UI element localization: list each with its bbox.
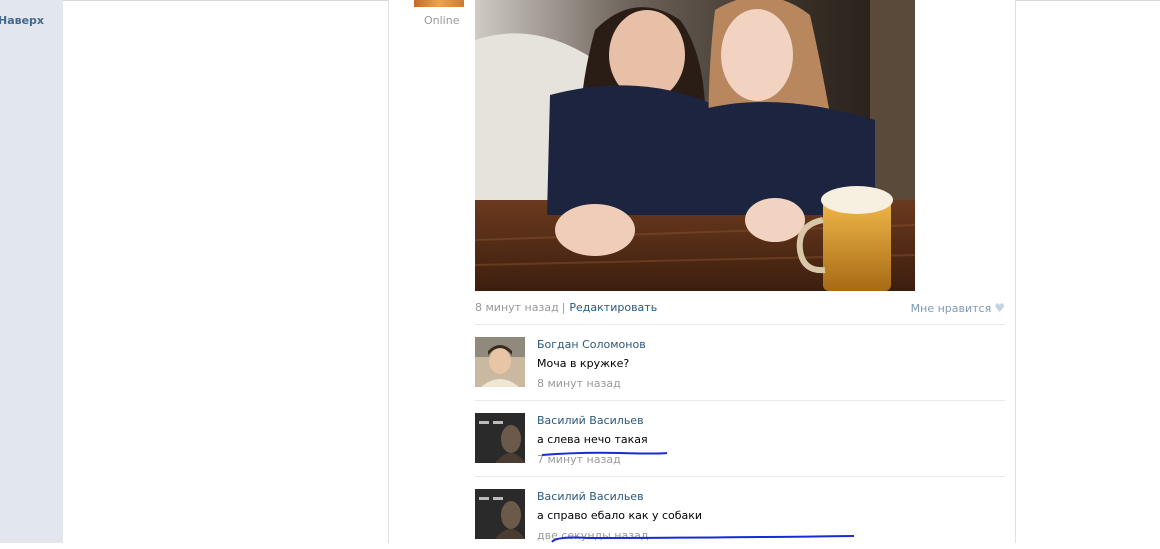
edit-link[interactable]: Редактировать	[569, 301, 657, 314]
comment-item: Богдан Соломонов Моча в кружке? 8 минут …	[475, 337, 1005, 397]
avatar-image	[475, 489, 525, 539]
left-rail: Наверх	[0, 0, 63, 543]
comment-text: а слева нечо такая	[537, 433, 648, 446]
divider	[475, 400, 1005, 401]
divider	[475, 476, 1005, 477]
post-time[interactable]: 8 минут назад	[475, 301, 559, 314]
heart-icon: ♥	[994, 301, 1005, 315]
comment-time[interactable]: две секунды назад	[537, 529, 648, 542]
post-photo[interactable]	[475, 0, 915, 291]
post-meta: 8 минут назад | Редактировать Мне нравится…	[475, 301, 1005, 315]
author-avatar[interactable]	[414, 0, 464, 7]
comment-time[interactable]: 7 минут назад	[537, 453, 621, 466]
comment-item: Василий Васильев а справо ебало как у со…	[475, 489, 1005, 549]
comment-text: а справо ебало как у собаки	[537, 509, 703, 522]
avatar-image	[475, 337, 525, 387]
avatar-image	[475, 413, 525, 463]
comment-author[interactable]: Василий Васильев	[537, 490, 644, 503]
divider	[475, 324, 1005, 325]
like-label: Мне нравится	[910, 302, 992, 315]
comment-time[interactable]: 8 минут назад	[537, 377, 621, 390]
comment-avatar[interactable]	[475, 489, 525, 539]
comment-text: Моча в кружке?	[537, 357, 630, 370]
comment-avatar[interactable]	[475, 337, 525, 387]
comment-author[interactable]: Богдан Соломонов	[537, 338, 646, 351]
to-top-link[interactable]: Наверх	[0, 14, 44, 27]
comment-avatar[interactable]	[475, 413, 525, 463]
author-online-status: Online	[424, 14, 460, 27]
comment-author[interactable]: Василий Васильев	[537, 414, 644, 427]
like-button[interactable]: Мне нравится ♥	[911, 301, 1005, 315]
comment-item: Василий Васильев а слева нечо такая 7 ми…	[475, 413, 1005, 473]
post-photo-image	[475, 0, 915, 291]
meta-separator: |	[561, 301, 566, 314]
